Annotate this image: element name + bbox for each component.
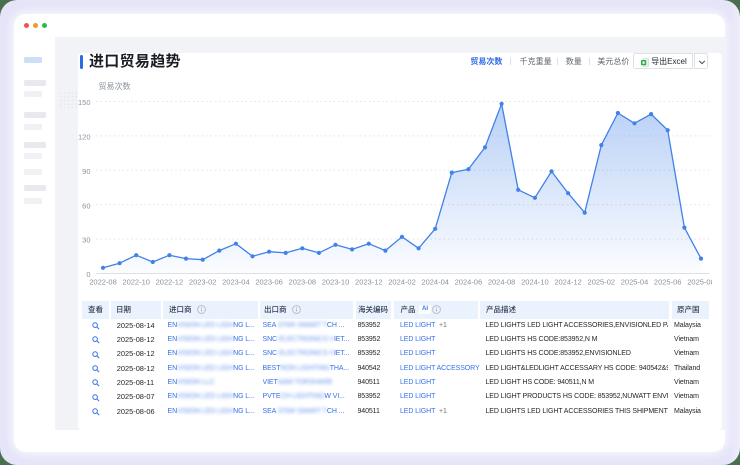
svg-text:2024-02: 2024-02: [388, 278, 416, 287]
svg-text:2025-02: 2025-02: [588, 278, 616, 287]
svg-text:120: 120: [78, 133, 91, 142]
svg-text:2022-08: 2022-08: [89, 278, 117, 287]
svg-text:2025-04: 2025-04: [621, 278, 649, 287]
svg-text:2024-08: 2024-08: [488, 278, 516, 287]
svg-text:30: 30: [82, 236, 90, 245]
svg-text:60: 60: [82, 201, 90, 210]
svg-text:150: 150: [78, 98, 91, 107]
svg-text:2024-12: 2024-12: [554, 278, 582, 287]
svg-text:2024-06: 2024-06: [455, 278, 483, 287]
svg-text:2025-08: 2025-08: [687, 278, 712, 287]
svg-text:90: 90: [82, 167, 90, 176]
svg-text:2024-04: 2024-04: [421, 278, 449, 287]
svg-text:2023-12: 2023-12: [355, 278, 383, 287]
svg-text:2025-06: 2025-06: [654, 278, 682, 287]
svg-text:2023-06: 2023-06: [255, 278, 283, 287]
svg-text:2024-10: 2024-10: [521, 278, 549, 287]
svg-text:2022-10: 2022-10: [122, 278, 150, 287]
svg-text:2023-04: 2023-04: [222, 278, 250, 287]
svg-text:2023-10: 2023-10: [322, 278, 350, 287]
svg-text:2023-08: 2023-08: [289, 278, 317, 287]
svg-text:2023-02: 2023-02: [189, 278, 217, 287]
svg-text:2022-12: 2022-12: [156, 278, 184, 287]
